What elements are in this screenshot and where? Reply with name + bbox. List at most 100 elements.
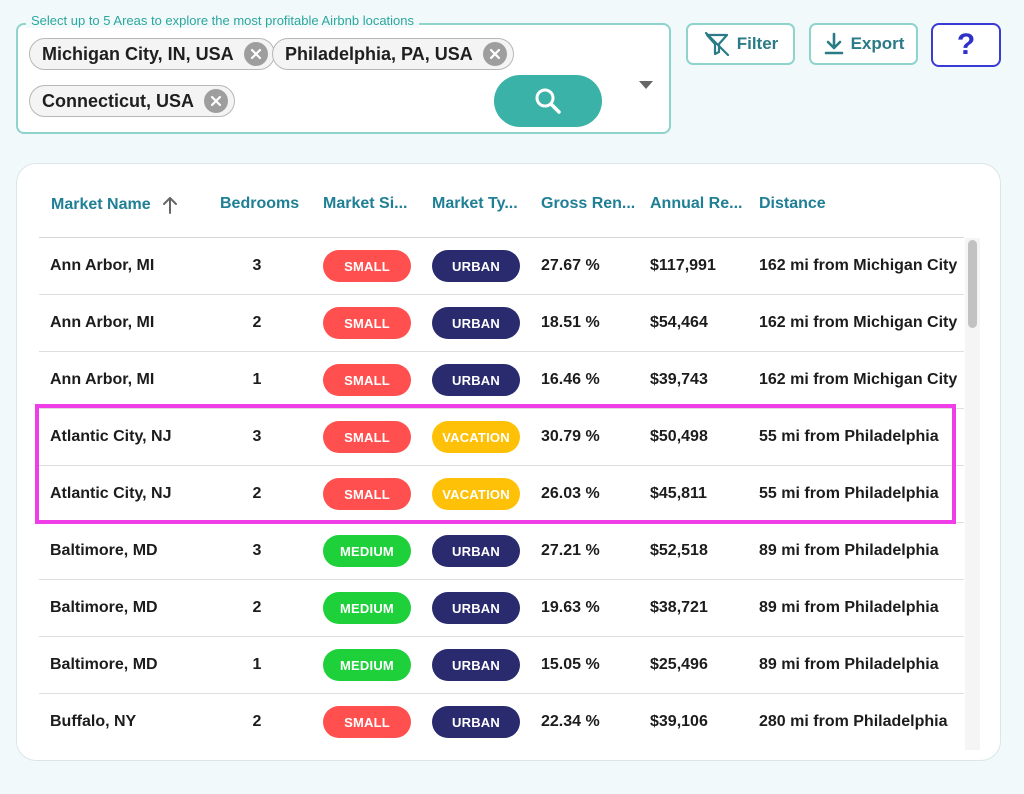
table-row[interactable]: Ann Arbor, MI 2 SMALL URBAN 18.51 % $54,464 16…: [39, 295, 964, 352]
table-row[interactable]: Baltimore, MD 1 MEDIUM URBAN 15.05 % $25,496 8…: [39, 637, 964, 694]
filter-off-icon: [704, 32, 729, 56]
cell-gross-rent: 19.63 %: [541, 599, 600, 616]
cell-market-size: SMALL: [323, 409, 411, 465]
cell-gross-rent: 22.34 %: [541, 713, 600, 730]
column-header-distance[interactable]: Distance: [759, 195, 826, 213]
market-type-badge: URBAN: [432, 535, 520, 567]
filter-button[interactable]: Filter: [686, 23, 795, 65]
cell-market-type: URBAN: [432, 580, 520, 636]
table-row[interactable]: Ann Arbor, MI 1 SMALL URBAN 16.46 % $39,743 16…: [39, 352, 964, 409]
cell-market-type: URBAN: [432, 352, 520, 408]
cell-market-type: URBAN: [432, 295, 520, 351]
table-row[interactable]: Baltimore, MD 3 MEDIUM URBAN 27.21 % $52,518 8…: [39, 523, 964, 580]
cell-distance: 280 mi from Philadelphia: [759, 713, 948, 730]
table-header: Market Name Bedrooms Market Si... Market…: [39, 164, 964, 238]
cell-market-type: URBAN: [432, 637, 520, 693]
cell-market-name: Ann Arbor, MI: [50, 314, 155, 331]
cell-bedrooms: 1: [252, 656, 262, 673]
market-size-badge: SMALL: [323, 364, 411, 396]
cell-market-size: SMALL: [323, 352, 411, 408]
cell-annual-revenue: $38,721: [650, 599, 708, 616]
cell-market-name: Ann Arbor, MI: [50, 371, 155, 388]
cell-distance: 55 mi from Philadelphia: [759, 428, 939, 445]
column-header-bedrooms[interactable]: Bedrooms: [220, 195, 299, 213]
market-size-badge: MEDIUM: [323, 649, 411, 681]
cell-bedrooms: 3: [252, 257, 262, 274]
search-icon: [535, 88, 561, 114]
market-size-badge: MEDIUM: [323, 535, 411, 567]
close-icon[interactable]: [243, 42, 268, 66]
area-chip[interactable]: Philadelphia, PA, USA: [272, 38, 514, 70]
vertical-scrollbar[interactable]: [965, 238, 980, 750]
help-button[interactable]: ?: [931, 23, 1001, 67]
cell-market-type: URBAN: [432, 238, 520, 294]
cell-gross-rent: 18.51 %: [541, 314, 600, 331]
market-type-badge: URBAN: [432, 364, 520, 396]
table-row[interactable]: Buffalo, NY 2 SMALL URBAN 22.34 % $39,106 280 …: [39, 694, 964, 750]
cell-market-size: SMALL: [323, 694, 411, 750]
cell-gross-rent: 26.03 %: [541, 485, 600, 502]
cell-bedrooms: 3: [252, 428, 262, 445]
cell-market-size: MEDIUM: [323, 580, 411, 636]
market-type-badge: URBAN: [432, 706, 520, 738]
cell-gross-rent: 27.21 %: [541, 542, 600, 559]
cell-gross-rent: 30.79 %: [541, 428, 600, 445]
column-header-annual-revenue[interactable]: Annual Re...: [650, 195, 742, 213]
download-icon: [824, 32, 843, 55]
area-chip-label: Philadelphia, PA, USA: [285, 43, 473, 64]
cell-market-name: Atlantic City, NJ: [50, 485, 172, 502]
cell-annual-revenue: $25,496: [650, 656, 708, 673]
cell-annual-revenue: $54,464: [650, 314, 708, 331]
cell-annual-revenue: $45,811: [650, 485, 707, 502]
market-size-badge: SMALL: [323, 706, 411, 738]
column-header-gross-rent[interactable]: Gross Ren...: [541, 195, 635, 213]
scrollbar-thumb[interactable]: [968, 240, 977, 328]
column-header-market-type[interactable]: Market Ty...: [432, 195, 518, 213]
cell-distance: 89 mi from Philadelphia: [759, 599, 939, 616]
cell-market-size: MEDIUM: [323, 637, 411, 693]
cell-distance: 89 mi from Philadelphia: [759, 656, 939, 673]
table-row[interactable]: Atlantic City, NJ 3 SMALL VACATION 30.79 % $5…: [39, 409, 964, 466]
market-type-badge: URBAN: [432, 307, 520, 339]
close-icon[interactable]: [204, 89, 229, 113]
market-size-badge: SMALL: [323, 307, 411, 339]
chevron-down-icon[interactable]: [639, 81, 653, 89]
area-chip[interactable]: Connecticut, USA: [29, 85, 236, 117]
arrow-up-icon[interactable]: [161, 195, 179, 215]
cell-bedrooms: 1: [252, 371, 262, 388]
cell-distance: 162 mi from Michigan City: [759, 314, 958, 331]
column-header-label: Market Name: [51, 196, 151, 213]
table-row[interactable]: Ann Arbor, MI 3 SMALL URBAN 27.67 % $117,991 1…: [39, 238, 964, 295]
filter-label: Filter: [736, 34, 779, 53]
export-button[interactable]: Export: [809, 23, 918, 65]
market-type-badge: URBAN: [432, 649, 520, 681]
cell-gross-rent: 16.46 %: [541, 371, 600, 388]
cell-bedrooms: 2: [252, 314, 262, 331]
cell-market-name: Baltimore, MD: [50, 656, 158, 673]
cell-distance: 89 mi from Philadelphia: [759, 542, 939, 559]
cell-market-type: VACATION: [432, 409, 520, 465]
cell-bedrooms: 2: [252, 485, 262, 502]
area-chip-label: Connecticut, USA: [42, 90, 195, 111]
column-header-market-name[interactable]: Market Name: [51, 195, 179, 215]
market-size-badge: MEDIUM: [323, 592, 411, 624]
cell-distance: 162 mi from Michigan City: [759, 371, 958, 388]
cell-annual-revenue: $50,498: [650, 428, 708, 445]
market-type-badge: URBAN: [432, 592, 520, 624]
search-button[interactable]: [494, 75, 602, 127]
cell-market-size: MEDIUM: [323, 523, 411, 579]
cell-bedrooms: 3: [252, 542, 262, 559]
table-row[interactable]: Atlantic City, NJ 2 SMALL VACATION 26.03 % $4…: [39, 466, 964, 523]
table-row[interactable]: Baltimore, MD 2 MEDIUM URBAN 19.63 % $38,721 8…: [39, 580, 964, 637]
export-label: Export: [850, 34, 905, 53]
cell-market-type: VACATION: [432, 466, 520, 522]
cell-annual-revenue: $52,518: [650, 542, 708, 559]
cell-market-size: SMALL: [323, 295, 411, 351]
cell-market-size: SMALL: [323, 238, 411, 294]
area-chip-label: Michigan City, IN, USA: [42, 43, 234, 64]
area-chip[interactable]: Michigan City, IN, USA: [29, 38, 275, 70]
market-type-badge: URBAN: [432, 250, 520, 282]
close-icon[interactable]: [482, 42, 507, 66]
markets-table: Market Name Bedrooms Market Si... Market…: [16, 163, 1001, 761]
column-header-market-size[interactable]: Market Si...: [323, 195, 407, 213]
